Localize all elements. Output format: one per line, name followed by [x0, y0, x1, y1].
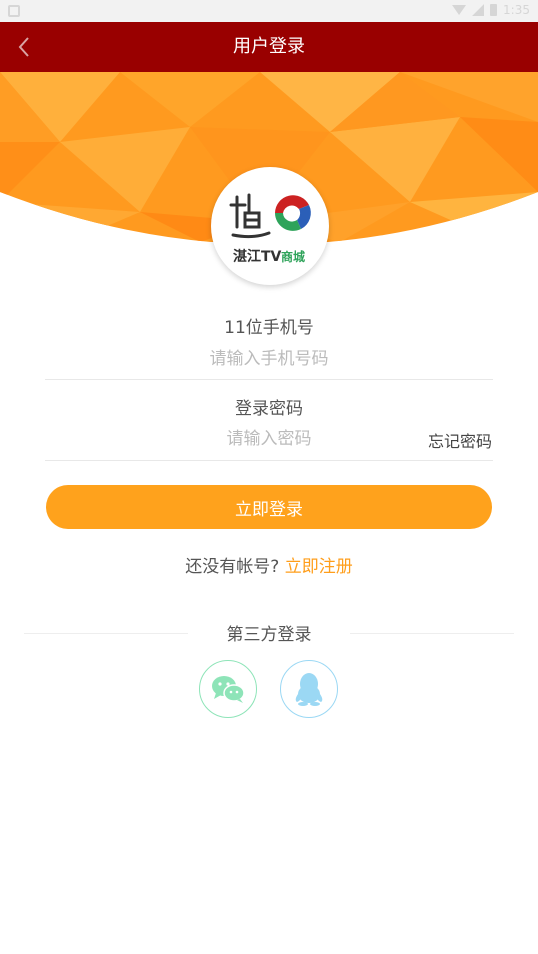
status-icons: 1:35: [452, 3, 530, 17]
status-bar: 1:35: [0, 0, 538, 22]
phone-divider: [45, 379, 493, 380]
forgot-password-link[interactable]: 忘记密码: [428, 428, 492, 452]
logo-tv-text: 湛江TV: [233, 248, 282, 265]
qq-icon: [295, 673, 323, 706]
qq-login-button[interactable]: [280, 660, 338, 718]
app-logo: 湛江TV 商城: [211, 167, 329, 285]
phone-label: 11位手机号: [224, 318, 314, 338]
password-label: 登录密码: [235, 399, 303, 419]
register-link[interactable]: 立即注册: [285, 557, 353, 577]
register-row: 还没有帐号? 立即注册: [0, 552, 538, 577]
password-divider: [45, 460, 493, 461]
page-title: 用户登录: [233, 36, 305, 57]
password-input[interactable]: [139, 424, 399, 454]
phone-input[interactable]: [139, 344, 399, 374]
battery-icon: [490, 4, 498, 16]
login-button[interactable]: 立即登录: [46, 485, 492, 529]
notification-icon: [8, 5, 20, 17]
title-bar: 用户登录: [0, 22, 538, 72]
logo-mall-text: 商城: [281, 249, 305, 264]
wifi-icon: [452, 5, 467, 15]
signal-icon: [472, 4, 485, 16]
wechat-login-button[interactable]: [199, 660, 257, 718]
status-time: 1:35: [503, 3, 530, 17]
third-party-title: 第三方登录: [226, 625, 312, 645]
register-prompt: 还没有帐号?: [185, 557, 280, 577]
wechat-icon: [212, 676, 245, 703]
